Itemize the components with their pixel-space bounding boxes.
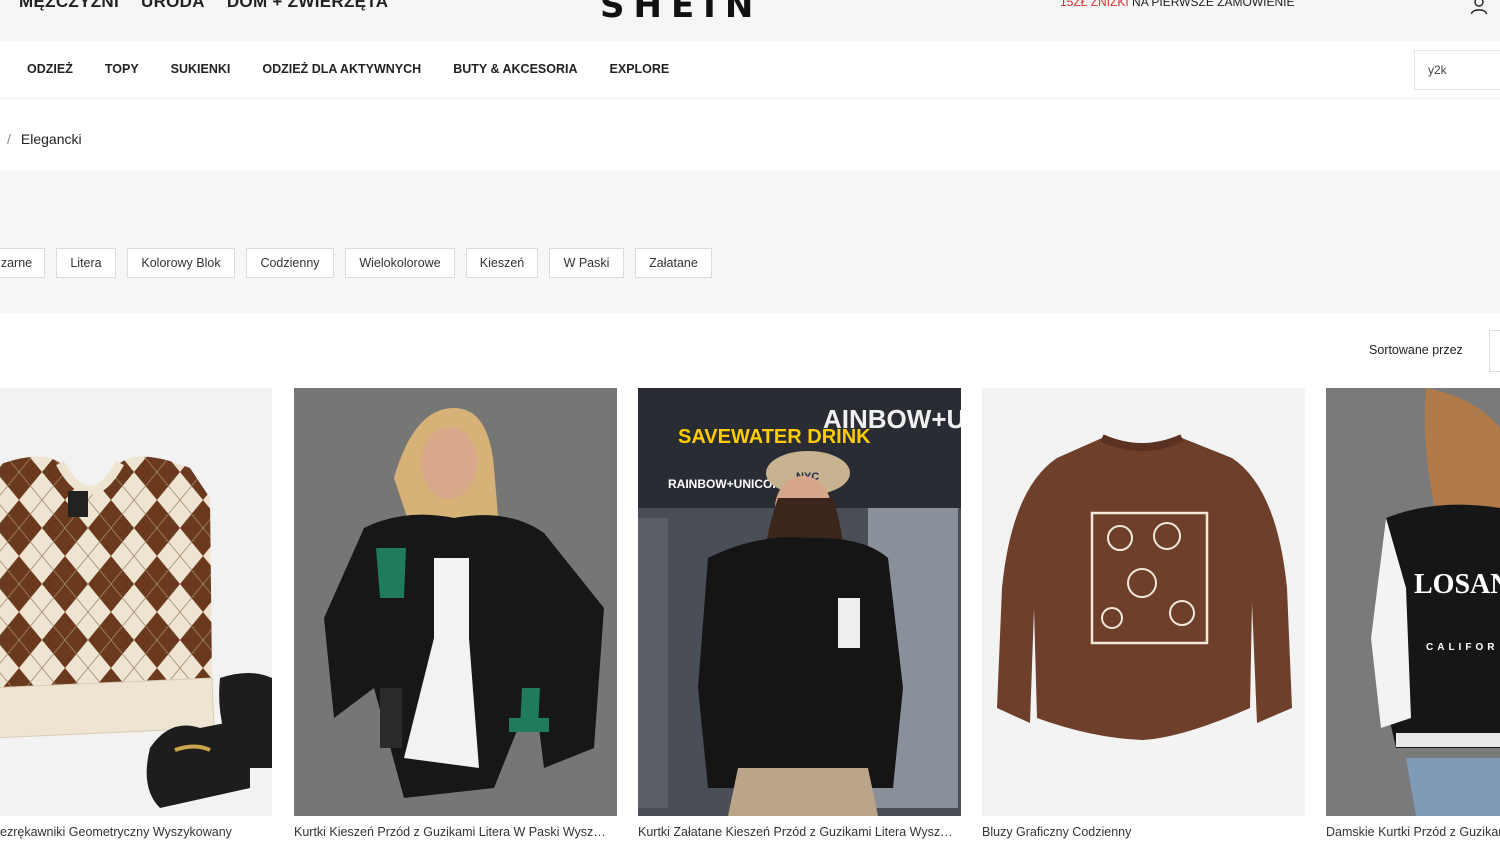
product-image[interactable] bbox=[294, 388, 617, 816]
breadcrumb-separator: / bbox=[7, 131, 11, 147]
filter-chip[interactable]: Kieszeń bbox=[466, 248, 538, 278]
top-nav-item-beauty[interactable]: URODA bbox=[141, 0, 205, 12]
product-title[interactable]: Bluzy Graficzny Codzienny bbox=[982, 825, 1304, 839]
filter-chip[interactable]: Kolorowy Blok bbox=[127, 248, 235, 278]
filter-chip[interactable]: zarne bbox=[0, 248, 45, 278]
category-dresses[interactable]: SUKIENKI bbox=[171, 62, 231, 76]
product-title[interactable]: ezrękawniki Geometryczny Wyszykowany bbox=[0, 825, 270, 839]
promo-banner[interactable]: 15ZŁ ZNIŻKI NA PIERWSZE ZAMÓWIENIE bbox=[1060, 0, 1294, 9]
breadcrumb-current: Elegancki bbox=[20, 131, 82, 147]
product-title[interactable]: Damskie Kurtki Przód z Guzikami bbox=[1326, 825, 1500, 839]
product-image[interactable]: LOSANGE CALIFOR bbox=[1326, 388, 1500, 816]
top-bar: I MĘŻCZYŹNI URODA DOM + ZWIERZĘTA SHEIN … bbox=[0, 0, 1500, 41]
promo-discount: 15ZŁ ZNIŻKI bbox=[1060, 0, 1129, 9]
category-bar: ODZIEŻ TOPY SUKIENKI ODZIEŻ DLA AKTYWNYC… bbox=[0, 41, 1500, 99]
filter-panel: zarne Litera Kolorowy Blok Codzienny Wie… bbox=[0, 171, 1500, 313]
category-explore[interactable]: EXPLORE bbox=[610, 62, 670, 76]
jacket-print-text: LOSANGE bbox=[1414, 569, 1500, 600]
product-image[interactable]: SAVEWATER DRINK RAINBOW+UNICORN AINBOW+U… bbox=[638, 388, 961, 816]
jacket-print-text: CALIFOR bbox=[1426, 642, 1498, 653]
product-image[interactable] bbox=[982, 388, 1305, 816]
sort-label: Sortowane przez bbox=[1369, 343, 1463, 357]
product-image[interactable] bbox=[0, 388, 272, 816]
filter-chip[interactable]: Codzienny bbox=[246, 248, 334, 278]
category-shoes-accessories[interactable]: BUTY & AKCESORIA bbox=[453, 62, 577, 76]
filter-chip[interactable]: Załatane bbox=[635, 248, 712, 278]
top-nav-item-men[interactable]: MĘŻCZYŹNI bbox=[19, 0, 119, 12]
category-clothing[interactable]: ODZIEŻ bbox=[27, 62, 73, 76]
filter-chip[interactable]: Wielokolorowe bbox=[345, 248, 455, 278]
category-activewear[interactable]: ODZIEŻ DLA AKTYWNYCH bbox=[262, 62, 421, 76]
filter-chip[interactable]: Litera bbox=[56, 248, 116, 278]
top-nav: I MĘŻCZYŹNI URODA DOM + ZWIERZĘTA bbox=[0, 0, 388, 12]
sort-dropdown[interactable] bbox=[1489, 330, 1500, 372]
user-icon[interactable] bbox=[1470, 0, 1488, 15]
breadcrumb: / Elegancki bbox=[7, 131, 82, 147]
breadcrumb-area: / Elegancki bbox=[0, 99, 1500, 171]
product-title[interactable]: Kurtki Załatane Kieszeń Przód z Guzikami… bbox=[638, 825, 960, 839]
category-tops[interactable]: TOPY bbox=[105, 62, 139, 76]
search-input[interactable]: y2k bbox=[1414, 50, 1500, 90]
filter-chip[interactable]: W Paski bbox=[549, 248, 624, 278]
promo-text: NA PIERWSZE ZAMÓWIENIE bbox=[1128, 0, 1295, 9]
store-sign-text: AINBOW+U bbox=[823, 404, 961, 434]
shein-logo[interactable]: SHEIN bbox=[600, 0, 762, 26]
product-title[interactable]: Kurtki Kieszeń Przód z Guzikami Litera W… bbox=[294, 825, 616, 839]
top-nav-item-home[interactable]: DOM + ZWIERZĘTA bbox=[227, 0, 388, 12]
